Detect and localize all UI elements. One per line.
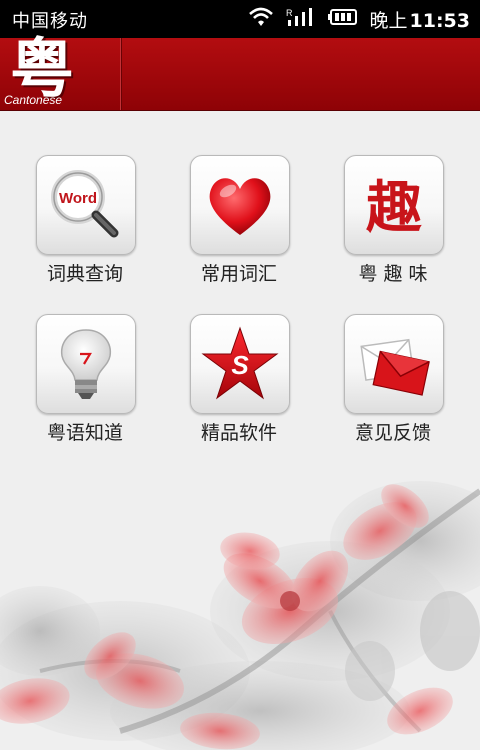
common-words-button[interactable]	[190, 155, 290, 255]
star-icon-text: S	[231, 350, 249, 380]
svg-text:R: R	[286, 8, 293, 18]
menu-item-featured-software[interactable]: S 精品软件	[176, 314, 296, 454]
dictionary-search-icon: Word	[51, 170, 119, 238]
app-header: 粤 Cantonese	[0, 32, 480, 111]
heart-icon	[209, 178, 271, 235]
wifi-icon	[248, 6, 274, 32]
menu-item-cantonese-fun[interactable]: 趣 粤 趣 味	[330, 155, 450, 295]
menu-item-feedback[interactable]: 意见反馈	[330, 314, 450, 454]
menu-item-common-words[interactable]: 常用词汇	[176, 155, 296, 295]
menu-label-cantonese-fun: 粤 趣 味	[358, 263, 428, 285]
menu-label-dictionary: 词典查询	[46, 263, 123, 285]
lightbulb-icon	[60, 329, 112, 399]
status-clock: 晚上 11:53	[370, 6, 471, 33]
menu-label-feedback: 意见反馈	[354, 422, 431, 444]
dictionary-button[interactable]: Word	[36, 155, 136, 255]
star-software-icon: S	[201, 326, 279, 400]
signal-icon: R	[286, 6, 316, 32]
feedback-button[interactable]	[344, 314, 444, 414]
dictionary-icon-text: Word	[59, 190, 97, 207]
menu-label-cantonese-knowledge: 粤语知道	[46, 422, 123, 444]
cantonese-fun-button[interactable]: 趣	[344, 155, 444, 255]
main-content: Word 词典查询 常用词汇 趣 粤 趣 味 粤语知道 S 精品软件 意见反馈	[0, 111, 480, 750]
featured-software-button[interactable]: S	[190, 314, 290, 414]
app-logo: 粤 Cantonese	[0, 32, 121, 110]
logo-subtitle: Cantonese	[4, 93, 63, 107]
envelope-feedback-icon	[360, 338, 430, 396]
menu-label-common-words: 常用词汇	[200, 263, 277, 285]
menu-item-cantonese-knowledge[interactable]: 粤语知道	[22, 314, 142, 454]
menu-item-dictionary[interactable]: Word 词典查询	[22, 155, 142, 295]
menu-label-featured-software: 精品软件	[200, 422, 277, 444]
battery-icon	[327, 8, 358, 30]
cantonese-knowledge-button[interactable]	[36, 314, 136, 414]
clock-time: 11:53	[409, 9, 470, 32]
fun-icon-text: 趣	[366, 175, 422, 241]
clock-period: 晚上	[369, 9, 408, 32]
fun-character-icon: 趣	[366, 175, 422, 241]
